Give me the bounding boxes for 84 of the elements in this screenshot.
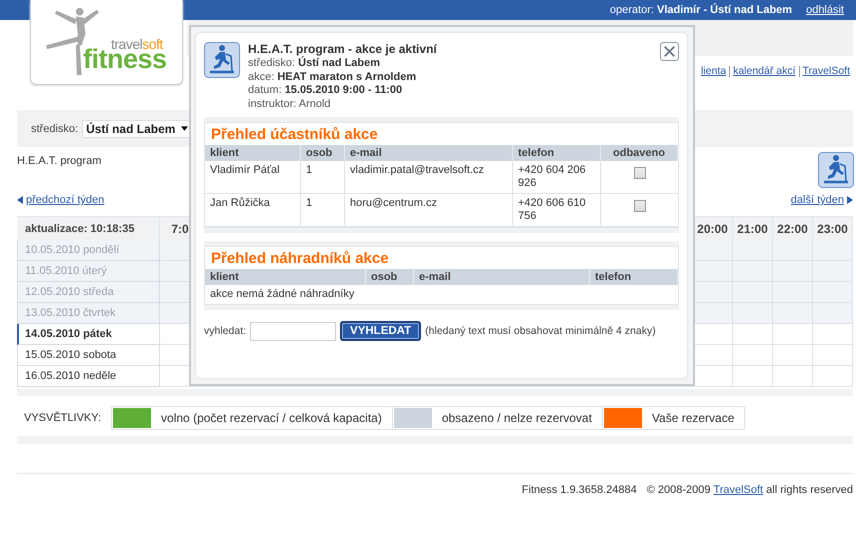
- search-label: vyhledat:: [204, 325, 246, 337]
- column-header: telefon: [590, 269, 678, 285]
- event-detail: akce: HEAT maraton s Arnoldem: [248, 70, 418, 84]
- logo-wordmark: travelsoft: [111, 36, 163, 52]
- right-triangle-icon: [847, 196, 853, 204]
- search-button[interactable]: VYHLEDAT: [340, 321, 422, 341]
- schedule-cell[interactable]: [813, 324, 853, 345]
- schedule-cell[interactable]: [693, 261, 733, 282]
- operator-label: operator: Vladimír - Ústí nad Labem: [610, 4, 792, 16]
- event-detail: datum: 15.05.2010 9:00 - 11:00: [248, 84, 404, 98]
- program-title: H.E.A.T. program: [17, 155, 102, 167]
- hour-header: 22:00: [773, 217, 813, 240]
- checkbox[interactable]: [634, 200, 646, 212]
- schedule-cell[interactable]: [693, 345, 733, 366]
- schedule-cell[interactable]: [693, 303, 733, 324]
- hour-header: 21:00: [733, 217, 773, 240]
- next-week-link[interactable]: další týden: [790, 194, 853, 206]
- schedule-cell[interactable]: [813, 282, 853, 303]
- schedule-cell[interactable]: [733, 303, 773, 324]
- table-cell: horu@centrum.cz: [345, 194, 513, 227]
- hour-header: 20:00: [693, 217, 733, 240]
- legend-text: obsazeno / nelze rezervovat: [442, 411, 592, 425]
- schedule-cell[interactable]: [813, 261, 853, 282]
- column-header: klient: [205, 145, 301, 161]
- search-field[interactable]: [250, 322, 336, 340]
- schedule-cell[interactable]: [773, 345, 813, 366]
- nav-link[interactable]: lienta: [698, 66, 730, 76]
- table-cell: 1: [301, 194, 345, 227]
- day-cell[interactable]: 14.05.2010 pátek: [17, 324, 160, 345]
- logout-link[interactable]: odhlásit: [806, 4, 844, 16]
- filter-label: středisko:: [31, 122, 78, 134]
- left-triangle-icon: [17, 196, 23, 204]
- column-header: odbaveno: [601, 145, 678, 161]
- schedule-cell[interactable]: [733, 345, 773, 366]
- caret-icon: [181, 126, 188, 131]
- day-cell[interactable]: 15.05.2010 sobota: [17, 345, 160, 366]
- day-cell[interactable]: 16.05.2010 neděle: [17, 366, 160, 387]
- dialog-title: H.E.A.T. program - akce je aktivní: [248, 42, 437, 56]
- column-header: osob: [366, 269, 414, 285]
- schedule-cell[interactable]: [693, 366, 733, 387]
- treadmill-icon: [204, 42, 240, 78]
- column-header: klient: [205, 269, 366, 285]
- company-link[interactable]: TravelSoft: [713, 484, 764, 496]
- nav-link[interactable]: kalendář akcí: [729, 66, 799, 76]
- legend-text: Vaše rezervace: [652, 411, 734, 425]
- update-time-header: aktualizace: 10:18:35: [17, 217, 160, 240]
- event-detail: středisko: Ústí nad Labem: [248, 57, 382, 70]
- column-header: e-mail: [414, 269, 590, 285]
- checkbox[interactable]: [634, 167, 646, 179]
- section-heading: Přehled účastníků akce: [210, 125, 379, 145]
- schedule-cell[interactable]: [813, 240, 853, 261]
- nav-link[interactable]: TravelSoft: [798, 66, 853, 76]
- schedule-cell[interactable]: [693, 282, 733, 303]
- table-cell: Vladimír Páťal: [205, 161, 301, 194]
- schedule-cell[interactable]: [773, 366, 813, 387]
- previous-week-link[interactable]: předchozí týden: [17, 194, 104, 206]
- schedule-cell[interactable]: [693, 240, 733, 261]
- schedule-cell[interactable]: [733, 366, 773, 387]
- legend-label: VYSVĚTLIVKY:: [24, 412, 102, 424]
- schedule-cell[interactable]: [813, 345, 853, 366]
- legend-text: volno (počet rezervací / celková kapacita): [161, 411, 382, 425]
- section-heading: Přehled náhradníků akce: [210, 249, 390, 269]
- table-cell: +420 604 206 926: [513, 161, 601, 194]
- table-cell: 1: [301, 161, 345, 194]
- table-cell: vladimir.patal@travelsoft.cz: [345, 161, 513, 194]
- event-detail: instruktor: Arnold: [248, 98, 332, 111]
- copyright-text: © 2008-2009 TravelSoft all rights reserved: [646, 484, 853, 496]
- schedule-cell[interactable]: [813, 303, 853, 324]
- column-header: osob: [301, 145, 345, 161]
- column-header: telefon: [513, 145, 601, 161]
- close-icon[interactable]: [660, 42, 679, 61]
- search-hint: (hledaný text musí obsahovat minimálně 4 znaky): [425, 325, 656, 337]
- empty-message: akce nemá žádné náhradníky: [209, 287, 356, 302]
- schedule-cell[interactable]: [813, 366, 853, 387]
- column-header: e-mail: [345, 145, 513, 161]
- treadmill-icon[interactable]: [818, 152, 854, 188]
- table-cell: Jan Růžička: [205, 194, 301, 227]
- schedule-cell[interactable]: [693, 324, 733, 345]
- version-text: Fitness 1.9.3658.24884: [522, 484, 637, 496]
- table-cell: +420 606 610 756: [513, 194, 601, 227]
- schedule-cell[interactable]: [733, 324, 773, 345]
- schedule-cell[interactable]: [773, 303, 813, 324]
- schedule-cell[interactable]: [773, 324, 813, 345]
- hour-header: 23:00: [813, 217, 853, 240]
